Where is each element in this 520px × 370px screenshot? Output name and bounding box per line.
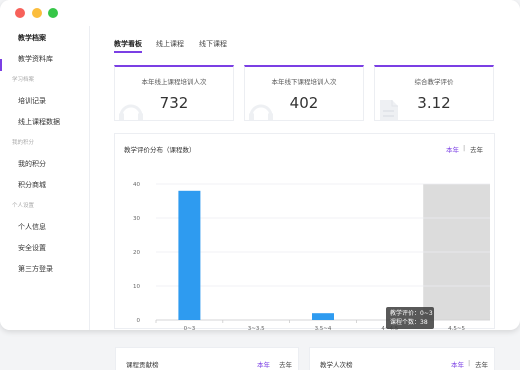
bar-0~3 xyxy=(178,190,201,320)
y-tick-label: 0 xyxy=(137,318,141,324)
x-tick-label: 3~3.5 xyxy=(248,326,265,330)
y-tick-label: 30 xyxy=(133,216,140,222)
sidebar-item-third-party-login[interactable]: 第三方登录 xyxy=(18,264,53,274)
course-contribution-card: 课程贡献榜 本年 去年 xyxy=(115,347,299,370)
sidebar-item-teaching-library[interactable]: 教学资料库 xyxy=(18,54,53,64)
title-bar xyxy=(0,0,520,26)
x-tick-label: 4.5~5 xyxy=(448,326,465,330)
close-window-button[interactable] xyxy=(15,8,25,18)
stat-value: 3.12 xyxy=(417,94,451,112)
sidebar-group-settings: 个人设置 xyxy=(12,203,35,209)
stat-card-evaluation: 综合教学评价 3.12 xyxy=(374,65,494,121)
maximize-window-button[interactable] xyxy=(48,8,58,18)
sidebar-active-marker xyxy=(0,59,2,71)
year-current-toggle[interactable]: 本年 xyxy=(451,359,464,369)
stat-label: 本年线下课程培训人次 xyxy=(271,78,337,86)
bar-3.5~4 xyxy=(312,313,334,320)
year-current-toggle[interactable]: 本年 xyxy=(257,359,270,369)
y-tick-label: 20 xyxy=(133,250,140,256)
stat-card-offline: 本年线下课程培训人次 402 xyxy=(244,65,364,121)
teaching-count-card: 教学人次榜 本年 | 去年 xyxy=(309,347,495,370)
course-contribution-title: 课程贡献榜 xyxy=(126,361,159,369)
y-tick-label: 40 xyxy=(133,182,140,188)
sidebar-item-my-points[interactable]: 我的积分 xyxy=(18,159,46,169)
tooltip-line-evaluation: 教学评价：0~3 xyxy=(390,310,433,317)
sidebar-item-online-course-data[interactable]: 线上课程数据 xyxy=(18,117,60,127)
evaluation-bar-chart: 0102030400~33~3.53.5~44~4.54.5~5 xyxy=(133,182,490,330)
stat-label: 综合教学评价 xyxy=(414,78,454,86)
stat-value: 732 xyxy=(159,94,189,112)
sidebar-item-points-mall[interactable]: 积分商城 xyxy=(18,180,46,190)
sidebar-group-points: 我的积分 xyxy=(12,140,35,146)
x-tick-label: 0~3 xyxy=(184,326,196,330)
tooltip-line-count: 课程个数：38 xyxy=(390,319,428,326)
teaching-count-title: 教学人次榜 xyxy=(320,361,353,369)
tab-teaching-board[interactable]: 教学看板 xyxy=(114,39,142,49)
year-separator: | xyxy=(468,359,471,367)
sidebar-item-training-records[interactable]: 培训记录 xyxy=(18,96,46,106)
sidebar-group-learning: 学习档案 xyxy=(12,77,35,83)
sidebar-item-teaching-archive[interactable]: 教学档案 xyxy=(18,33,46,43)
sidebar-item-security-settings[interactable]: 安全设置 xyxy=(18,243,46,253)
year-last-toggle[interactable]: 去年 xyxy=(279,359,292,369)
y-tick-label: 10 xyxy=(133,284,140,290)
sidebar: 教学档案 教学资料库 学习档案 培训记录 线上课程数据 我的积分 我的积分 积分… xyxy=(0,26,90,330)
minimize-window-button[interactable] xyxy=(32,8,42,18)
tab-offline-courses[interactable]: 线下课程 xyxy=(199,39,227,49)
app-window: 教学档案 教学资料库 学习档案 培训记录 线上课程数据 我的积分 我的积分 积分… xyxy=(0,0,520,330)
stat-label: 本年线上课程培训人次 xyxy=(141,78,207,86)
stat-card-online: 本年线上课程培训人次 732 xyxy=(114,65,234,121)
tab-online-courses[interactable]: 线上课程 xyxy=(156,39,184,49)
stat-value: 402 xyxy=(289,94,319,112)
evaluation-chart-card: 教学评价分布（课程数） 本年 | 去年 0 10 20 30 40 0~3 3~3.5 3.5… xyxy=(114,133,495,330)
active-tab-underline xyxy=(114,51,142,53)
chart-tooltip: 教学评价：0~3 课程个数：38 xyxy=(386,307,434,329)
x-tick-label: 3.5~4 xyxy=(315,326,332,330)
year-last-toggle[interactable]: 去年 xyxy=(475,359,488,369)
sidebar-item-personal-info[interactable]: 个人信息 xyxy=(18,222,46,232)
main-content: 教学看板 线上课程 线下课程 本年线上课程培训人次 732 本年线下课程培训人次… xyxy=(100,26,520,330)
